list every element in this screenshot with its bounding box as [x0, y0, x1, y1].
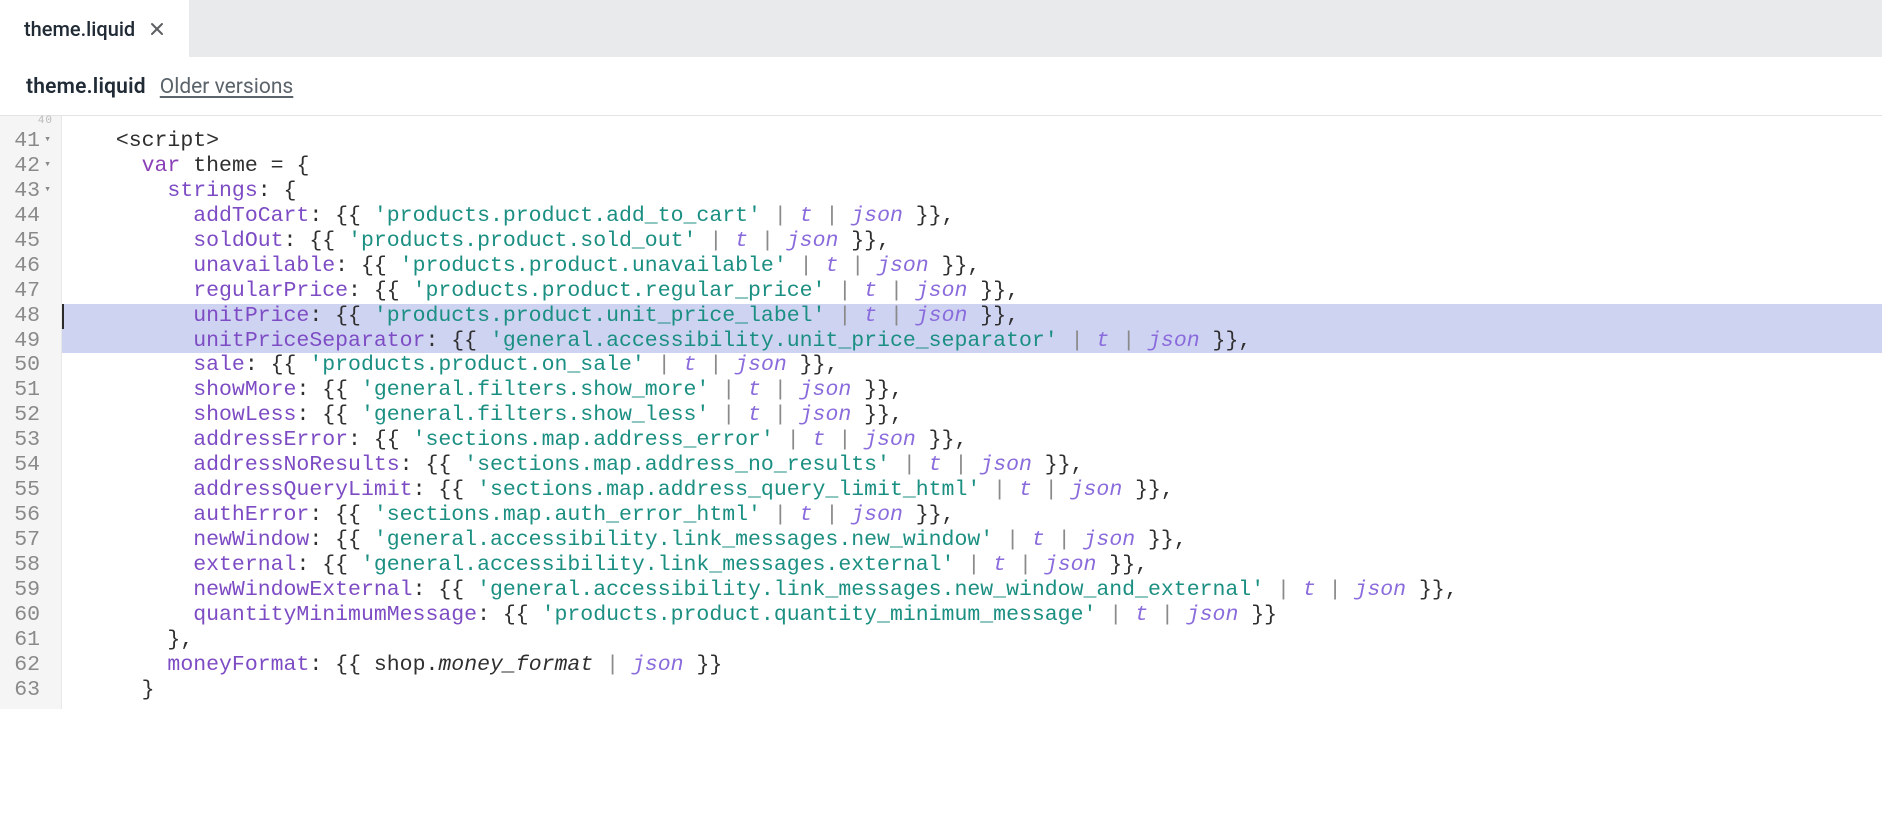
- code-line[interactable]: moneyFormat: {{ shop.money_format | json…: [62, 653, 1882, 678]
- code-line[interactable]: regularPrice: {{ 'products.product.regul…: [62, 279, 1882, 304]
- line-number: 48: [14, 304, 40, 329]
- code-line[interactable]: var theme = {: [62, 154, 1882, 179]
- tab-bar-spacer: [189, 0, 1882, 57]
- line-number: 52: [14, 403, 40, 428]
- gutter-line: 58: [6, 553, 53, 578]
- code-line[interactable]: }: [62, 678, 1882, 703]
- code-line[interactable]: quantityMinimumMessage: {{ 'products.pro…: [62, 603, 1882, 628]
- line-number: 59: [14, 578, 40, 603]
- code-line[interactable]: showLess: {{ 'general.filters.show_less'…: [62, 403, 1882, 428]
- code-content[interactable]: <script> var theme = { strings: { addToC…: [62, 116, 1882, 709]
- gutter-line: 60: [6, 603, 53, 628]
- gutter-ghost-line: 40: [38, 116, 53, 127]
- tab-label: theme.liquid: [24, 17, 135, 41]
- line-number: 56: [14, 503, 40, 528]
- code-line[interactable]: unitPrice: {{ 'products.product.unit_pri…: [62, 304, 1882, 329]
- code-line[interactable]: newWindowExternal: {{ 'general.accessibi…: [62, 578, 1882, 603]
- gutter-line: 47: [6, 279, 53, 304]
- line-number: 43: [14, 179, 40, 204]
- line-number: 53: [14, 428, 40, 453]
- line-number: 63: [14, 678, 40, 703]
- line-number: 47: [14, 279, 40, 304]
- line-number: 46: [14, 254, 40, 279]
- code-line[interactable]: soldOut: {{ 'products.product.sold_out' …: [62, 229, 1882, 254]
- code-line[interactable]: external: {{ 'general.accessibility.link…: [62, 553, 1882, 578]
- gutter-line: 59: [6, 578, 53, 603]
- code-line[interactable]: addressNoResults: {{ 'sections.map.addre…: [62, 453, 1882, 478]
- older-versions-link[interactable]: Older versions: [160, 75, 294, 99]
- line-number: 58: [14, 553, 40, 578]
- gutter-line: 53: [6, 428, 53, 453]
- tab-theme-liquid[interactable]: theme.liquid: [0, 0, 189, 57]
- code-line[interactable]: addToCart: {{ 'products.product.add_to_c…: [62, 204, 1882, 229]
- code-line[interactable]: unitPriceSeparator: {{ 'general.accessib…: [62, 329, 1882, 354]
- gutter-line: 42▾: [6, 154, 53, 179]
- code-line[interactable]: strings: {: [62, 179, 1882, 204]
- line-number: 60: [14, 603, 40, 628]
- tab-bar: theme.liquid: [0, 0, 1882, 57]
- gutter-line: 52: [6, 403, 53, 428]
- code-editor[interactable]: 40 41▾42▾43▾4445464748495051525354555657…: [0, 115, 1882, 709]
- fold-caret-icon[interactable]: ▾: [42, 159, 53, 172]
- code-line[interactable]: <script>: [62, 129, 1882, 154]
- code-line[interactable]: unavailable: {{ 'products.product.unavai…: [62, 254, 1882, 279]
- gutter-line: 61: [6, 628, 53, 653]
- gutter-line: 49: [6, 329, 53, 354]
- line-number: 51: [14, 378, 40, 403]
- fold-caret-icon[interactable]: ▾: [42, 134, 53, 147]
- line-number: 55: [14, 478, 40, 503]
- gutter-line: 63: [6, 678, 53, 703]
- gutter: 40 41▾42▾43▾4445464748495051525354555657…: [0, 116, 62, 709]
- code-line[interactable]: },: [62, 628, 1882, 653]
- gutter-line: 57: [6, 528, 53, 553]
- file-title: theme.liquid: [26, 75, 146, 99]
- line-number: 42: [14, 154, 40, 179]
- line-number: 62: [14, 653, 40, 678]
- code-line[interactable]: showMore: {{ 'general.filters.show_more'…: [62, 378, 1882, 403]
- text-cursor: [62, 304, 64, 329]
- gutter-line: 51: [6, 378, 53, 403]
- gutter-line: 55: [6, 478, 53, 503]
- close-icon[interactable]: [149, 21, 165, 37]
- gutter-line: 44: [6, 204, 53, 229]
- gutter-line: 48: [6, 304, 53, 329]
- gutter-line: 43▾: [6, 179, 53, 204]
- gutter-line: 41▾: [6, 129, 53, 154]
- fold-caret-icon[interactable]: ▾: [42, 184, 53, 197]
- gutter-line: 45: [6, 229, 53, 254]
- code-line[interactable]: addressError: {{ 'sections.map.address_e…: [62, 428, 1882, 453]
- file-header: theme.liquid Older versions: [0, 57, 1882, 115]
- code-line[interactable]: sale: {{ 'products.product.on_sale' | t …: [62, 353, 1882, 378]
- code-line[interactable]: authError: {{ 'sections.map.auth_error_h…: [62, 503, 1882, 528]
- line-number: 61: [14, 628, 40, 653]
- code-line[interactable]: addressQueryLimit: {{ 'sections.map.addr…: [62, 478, 1882, 503]
- gutter-line: 56: [6, 503, 53, 528]
- line-number: 54: [14, 453, 40, 478]
- code-line[interactable]: newWindow: {{ 'general.accessibility.lin…: [62, 528, 1882, 553]
- line-number: 45: [14, 229, 40, 254]
- gutter-line: 62: [6, 653, 53, 678]
- gutter-line: 50: [6, 353, 53, 378]
- line-number: 49: [14, 329, 40, 354]
- gutter-line: 46: [6, 254, 53, 279]
- line-number: 50: [14, 353, 40, 378]
- gutter-line: 54: [6, 453, 53, 478]
- line-number: 57: [14, 528, 40, 553]
- line-number: 44: [14, 204, 40, 229]
- line-number: 41: [14, 129, 40, 154]
